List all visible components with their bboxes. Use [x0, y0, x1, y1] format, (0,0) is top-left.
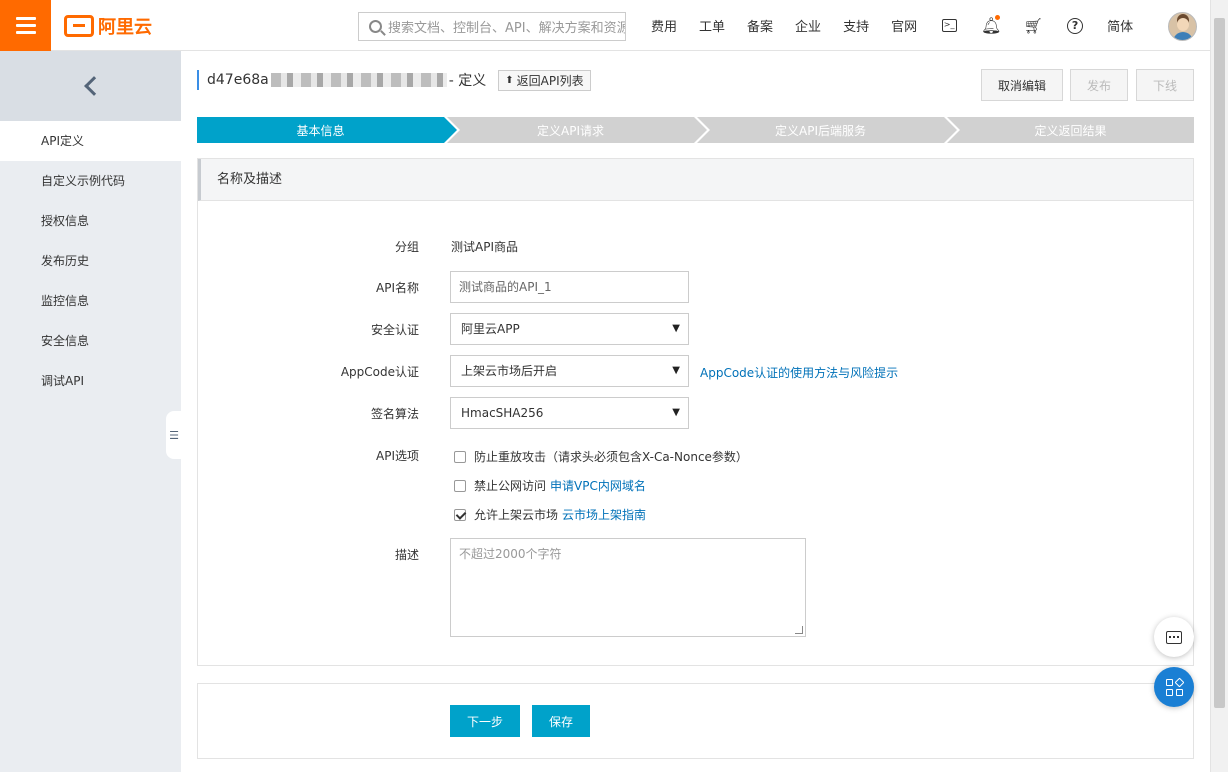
group-value: 测试API商品 [451, 240, 518, 254]
help-button[interactable]: ? [1054, 0, 1096, 51]
caret-down-icon: ▼ [672, 365, 680, 376]
sidebar-collapse-handle[interactable]: ☰ [166, 411, 182, 459]
chat-float-button[interactable] [1154, 617, 1194, 657]
nav-ticket[interactable]: 工单 [688, 16, 736, 35]
page-title: d47e68a - 定义 ⬆ 返回API列表 [197, 69, 591, 91]
sidebar-item-authorization[interactable]: 授权信息 [0, 201, 181, 241]
sign-select[interactable]: HmacSHA256 ▼ [450, 397, 689, 429]
api-id-prefix: d47e68a [207, 72, 269, 88]
hamburger-menu-button[interactable] [0, 0, 51, 51]
nav-fee[interactable]: 费用 [640, 16, 688, 35]
step-define-request: 定义API请求 [447, 117, 707, 143]
appcode-select-value: 上架云市场后开启 [461, 364, 558, 378]
option-disable-public: 禁止公网访问 申请VPC内网域名 [454, 477, 646, 494]
search-placeholder: 搜索文档、控制台、API、解决方案和资源 [388, 21, 626, 36]
appcode-select[interactable]: 上架云市场后开启 ▼ [450, 355, 689, 387]
apps-float-button[interactable] [1154, 667, 1194, 707]
step-basic-info: 基本信息 [197, 117, 457, 143]
chat-icon [1166, 630, 1182, 644]
terminal-button[interactable]: >_ [928, 0, 970, 51]
resize-handle-icon[interactable] [795, 626, 803, 634]
language-switch[interactable]: 简体 [1096, 16, 1144, 35]
allow-market-checkbox[interactable] [454, 508, 466, 521]
upload-arrow-icon: ⬆ [505, 74, 514, 86]
nav-support[interactable]: 支持 [832, 16, 880, 35]
cart-icon: 🛒︎ [1023, 16, 1043, 35]
step-progress: 基本信息 定义API请求 定义API后端服务 定义返回结果 [197, 117, 1194, 143]
chevron-left-icon [83, 76, 104, 96]
description-placeholder: 不超过2000个字符 [459, 547, 562, 561]
api-options-label: API选项 [376, 449, 419, 463]
aliyun-logo-icon [64, 15, 94, 37]
back-to-list-button[interactable]: ⬆ 返回API列表 [498, 69, 591, 91]
option-allow-market: 允许上架云市场 云市场上架指南 [454, 506, 646, 523]
collapse-icon: ☰ [169, 428, 179, 442]
action-panel: 下一步 保存 [197, 683, 1194, 759]
auth-label: 安全认证 [370, 323, 419, 337]
step-define-backend: 定义API后端服务 [697, 117, 957, 143]
replay-protection-checkbox[interactable] [454, 450, 466, 463]
description-label: 描述 [394, 548, 419, 562]
step-define-response: 定义返回结果 [947, 117, 1194, 143]
next-step-button[interactable]: 下一步 [450, 705, 520, 737]
appcode-help-link[interactable]: AppCode认证的使用方法与风险提示 [700, 364, 898, 381]
sidebar: API定义 自定义示例代码 授权信息 发布历史 监控信息 安全信息 调试API … [0, 51, 182, 772]
sign-label: 签名算法 [370, 407, 419, 421]
sidebar-item-debug-api[interactable]: 调试API [0, 361, 181, 401]
top-nav: 费用 工单 备案 企业 支持 官网 >_ 🔔︎ 🛒︎ ? 简体 [640, 0, 1144, 51]
api-name-label: API名称 [376, 281, 419, 295]
nav-enterprise[interactable]: 企业 [784, 16, 832, 35]
cancel-edit-button[interactable]: 取消编辑 [981, 69, 1063, 101]
sign-select-value: HmacSHA256 [461, 406, 544, 420]
save-button[interactable]: 保存 [532, 705, 590, 737]
section-title: 名称及描述 [198, 159, 1193, 201]
blurred-api-id [270, 73, 447, 87]
nav-beian[interactable]: 备案 [736, 16, 784, 35]
sidebar-item-security[interactable]: 安全信息 [0, 321, 181, 361]
sidebar-item-publish-history[interactable]: 发布历史 [0, 241, 181, 281]
logo-text: 阿里云 [98, 17, 152, 38]
page-scrollbar[interactable] [1210, 0, 1228, 772]
search-icon [369, 20, 382, 33]
vpc-domain-link[interactable]: 申请VPC内网域名 [550, 477, 646, 494]
caret-down-icon: ▼ [672, 407, 680, 418]
allow-market-label: 允许上架云市场 [474, 508, 559, 522]
nav-official[interactable]: 官网 [880, 16, 928, 35]
scrollbar-thumb[interactable] [1214, 18, 1225, 708]
terminal-icon: >_ [941, 19, 957, 32]
sidebar-back-button[interactable] [0, 51, 181, 121]
help-icon: ? [1067, 17, 1084, 34]
caret-down-icon: ▼ [672, 323, 680, 334]
sidebar-item-custom-sample-code[interactable]: 自定义示例代码 [0, 161, 181, 201]
api-name-input[interactable]: 测试商品的API_1 [450, 271, 689, 303]
appcode-label: AppCode认证 [340, 365, 419, 379]
search-input[interactable]: 搜索文档、控制台、API、解决方案和资源 [358, 12, 626, 41]
cart-button[interactable]: 🛒︎ [1012, 0, 1054, 51]
auth-select[interactable]: 阿里云APP ▼ [450, 313, 689, 345]
market-guide-link[interactable]: 云市场上架指南 [562, 506, 646, 523]
notification-button[interactable]: 🔔︎ [970, 0, 1012, 51]
disable-public-checkbox[interactable] [454, 479, 466, 492]
offline-button[interactable]: 下线 [1136, 69, 1194, 101]
option-replay-protection: 防止重放攻击（请求头必须包含X-Ca-Nonce参数） [454, 448, 748, 465]
aliyun-logo[interactable]: 阿里云 [64, 13, 152, 39]
replay-protection-label: 防止重放攻击（请求头必须包含X-Ca-Nonce参数） [474, 450, 748, 464]
publish-button[interactable]: 发布 [1070, 69, 1128, 101]
group-label: 分组 [394, 240, 419, 254]
sidebar-item-api-definition[interactable]: API定义 [0, 121, 181, 161]
name-description-panel: 名称及描述 分组 测试API商品 API名称 测试商品的API_1 安全认证 阿… [197, 158, 1194, 666]
back-to-list-label: 返回API列表 [516, 73, 584, 88]
auth-select-value: 阿里云APP [461, 322, 520, 336]
avatar[interactable] [1168, 12, 1197, 41]
apps-icon [1165, 677, 1184, 696]
description-textarea[interactable]: 不超过2000个字符 [450, 538, 806, 637]
disable-public-label: 禁止公网访问 [474, 479, 547, 493]
sidebar-item-monitoring[interactable]: 监控信息 [0, 281, 181, 321]
top-navbar: 阿里云 搜索文档、控制台、API、解决方案和资源 费用 工单 备案 企业 支持 … [0, 0, 1228, 51]
title-suffix: - 定义 [448, 73, 487, 89]
